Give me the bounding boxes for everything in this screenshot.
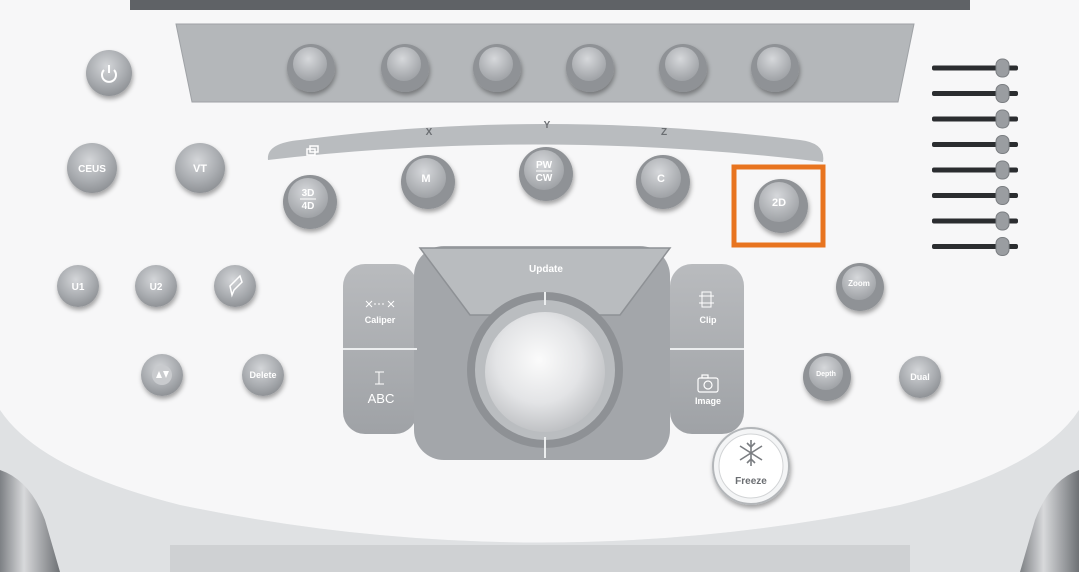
tgc-slider-knob[interactable]: [995, 58, 1010, 78]
c-label: C: [657, 173, 665, 185]
axis-label-y: Y: [544, 120, 551, 131]
zoom-label: Zoom: [848, 279, 870, 288]
tgc-slider-knob[interactable]: [995, 135, 1010, 154]
axis-label-x: X: [426, 127, 433, 138]
2d-label: 2D: [772, 197, 786, 209]
u1-label: U1: [72, 282, 85, 293]
tgc-slider-knob[interactable]: [995, 211, 1010, 231]
tgc-slider-knob[interactable]: [995, 109, 1010, 129]
pin-button[interactable]: [214, 265, 256, 307]
top-knob-1[interactable]: [287, 44, 335, 92]
tgc-slider-knob[interactable]: [995, 186, 1010, 205]
3d-label: 3D: [302, 188, 315, 199]
tgc-slider-knob[interactable]: [995, 237, 1010, 256]
arrows-button[interactable]: [141, 354, 183, 396]
base-lip: [170, 545, 910, 572]
ultrasound-control-panel: X Y Z CEUS VT 3D 4D M PW CW C 2D U1 U2 D…: [0, 0, 1079, 572]
panel-drawing: X Y Z CEUS VT 3D 4D M PW CW C 2D U1 U2 D…: [0, 0, 1079, 572]
update-label: Update: [529, 264, 563, 275]
top-knob-4[interactable]: [566, 44, 614, 92]
vt-label: VT: [193, 163, 207, 175]
4d-label: 4D: [302, 201, 315, 212]
freeze-label: Freeze: [735, 476, 767, 487]
caliper-label: Caliper: [365, 315, 396, 325]
dual-label: Dual: [910, 372, 930, 382]
tgc-slider-knob[interactable]: [995, 84, 1010, 103]
top-knob-5[interactable]: [659, 44, 707, 92]
trackball[interactable]: [485, 312, 605, 432]
top-knob-strip: [175, 23, 915, 103]
image-label: Image: [695, 396, 721, 406]
clip-label: Clip: [700, 315, 718, 325]
top-knob-3[interactable]: [473, 44, 521, 92]
u2-label: U2: [150, 282, 163, 293]
delete-label: Delete: [249, 370, 276, 380]
pw-label: PW: [536, 160, 553, 171]
tgc-slider-knob[interactable]: [995, 160, 1010, 180]
screen-edge: [130, 0, 970, 10]
top-knob-2[interactable]: [381, 44, 429, 92]
m-label: M: [421, 173, 430, 185]
axis-label-z: Z: [661, 127, 667, 138]
ceus-label: CEUS: [78, 164, 106, 175]
top-knob-6[interactable]: [751, 44, 799, 92]
abc-label: ABC: [368, 391, 395, 406]
depth-label: Depth: [816, 371, 836, 378]
cw-label: CW: [536, 173, 553, 184]
